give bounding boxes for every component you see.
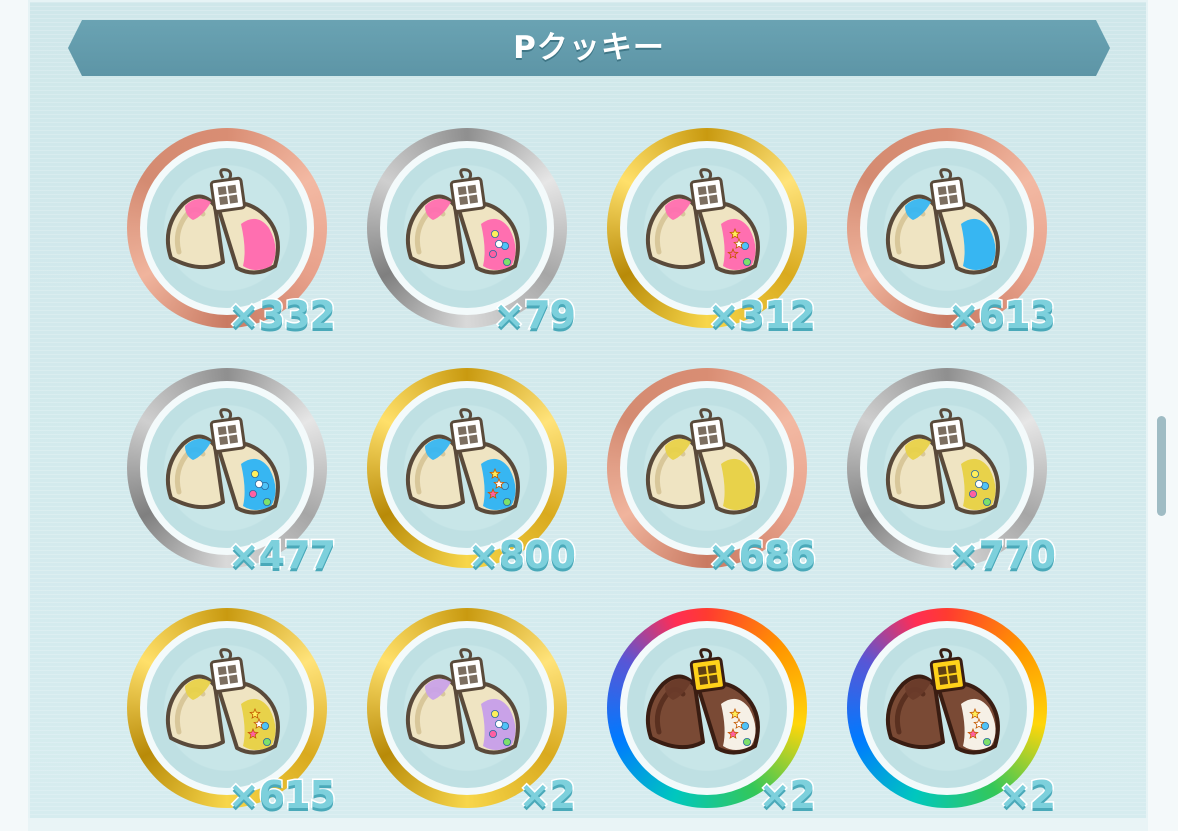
- section-header: Pクッキー: [68, 20, 1110, 76]
- fortune-cookie-icon: [646, 168, 760, 275]
- cookie-item[interactable]: ×79: [367, 128, 577, 339]
- item-count: ×2: [757, 772, 817, 819]
- item-count: ×312: [706, 292, 817, 339]
- item-count: ×800: [466, 532, 577, 579]
- item-count: ×2: [997, 772, 1057, 819]
- cookie-item[interactable]: ×477: [127, 368, 338, 579]
- cookie-item[interactable]: ×613: [847, 128, 1058, 339]
- cookie-item[interactable]: ×770: [847, 368, 1058, 579]
- item-count: ×2: [517, 772, 577, 819]
- section-title: Pクッキー: [513, 30, 665, 66]
- cookie-item[interactable]: ×800: [367, 368, 578, 579]
- fortune-cookie-icon: [886, 168, 1000, 275]
- item-count: ×332: [226, 292, 337, 339]
- fortune-cookie-icon: [646, 648, 760, 755]
- panel-bottom-edge: [28, 818, 1148, 831]
- item-count: ×613: [946, 292, 1057, 339]
- item-count: ×615: [226, 772, 337, 819]
- fortune-cookie-icon: [886, 408, 1000, 515]
- item-count: ×770: [946, 532, 1057, 579]
- item-count: ×477: [226, 532, 337, 579]
- item-count: ×686: [706, 532, 817, 579]
- fortune-cookie-icon: [406, 648, 520, 755]
- cookie-item[interactable]: ×2: [847, 608, 1058, 819]
- fortune-cookie-icon: [166, 648, 280, 755]
- cookie-item[interactable]: ×312: [607, 128, 818, 339]
- cookie-item[interactable]: ×615: [127, 608, 338, 819]
- scrollbar-thumb[interactable]: [1157, 416, 1166, 516]
- fortune-cookie-icon: [406, 168, 520, 275]
- item-grid: ×332 ×79 ×312 ×613 ×477 ×800 ×686 ×770 ×615 ×2 ×2 ×…: [127, 128, 1058, 819]
- left-gutter: [0, 0, 28, 831]
- fortune-cookie-icon: [646, 408, 760, 515]
- fortune-cookie-icon: [166, 408, 280, 515]
- cookie-item[interactable]: ×686: [607, 368, 818, 579]
- fortune-cookie-icon: [166, 168, 280, 275]
- fortune-cookie-icon: [886, 648, 1000, 755]
- fortune-cookie-icon: [406, 408, 520, 515]
- item-count: ×79: [492, 292, 578, 339]
- cookie-item[interactable]: ×332: [127, 128, 338, 339]
- cookie-item[interactable]: ×2: [367, 608, 578, 819]
- cookie-item[interactable]: ×2: [607, 608, 818, 819]
